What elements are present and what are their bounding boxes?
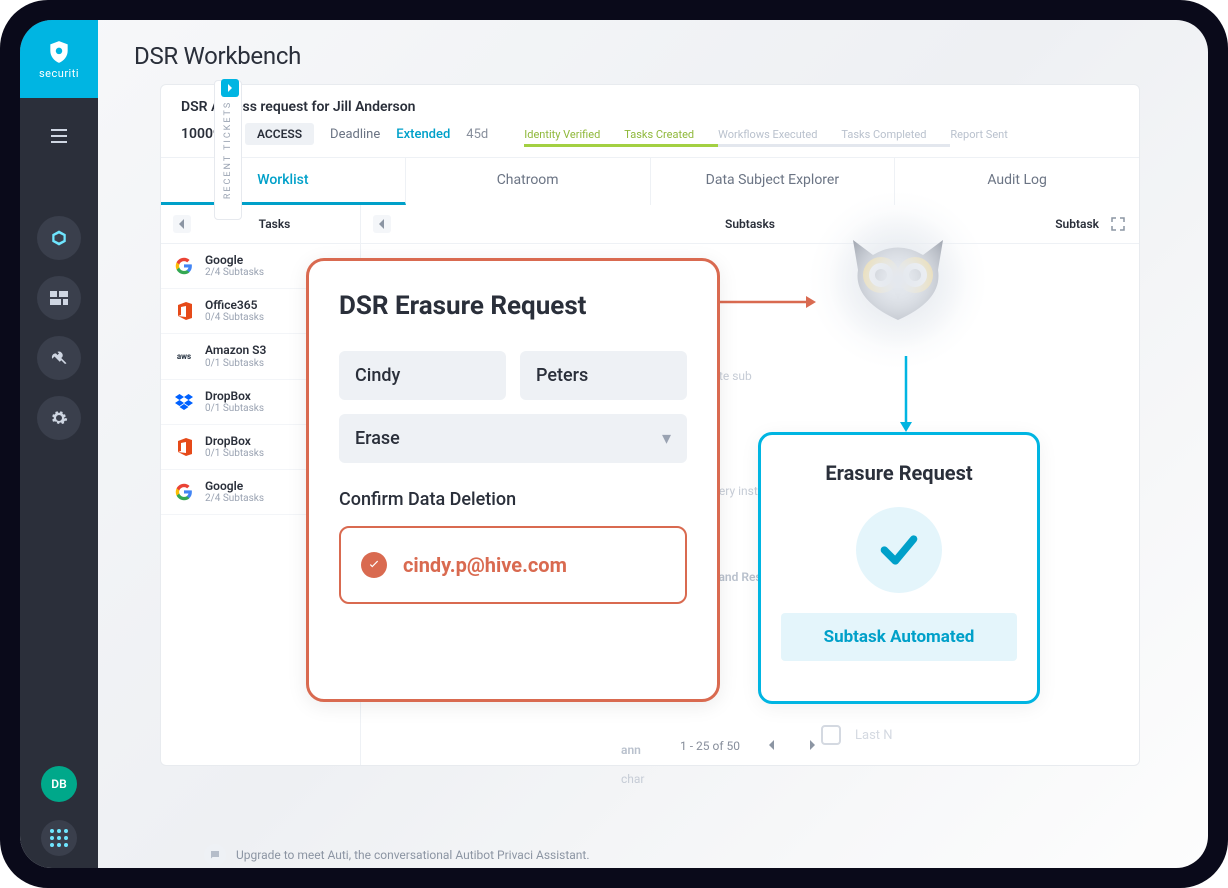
result-status: Subtask Automated — [781, 613, 1017, 661]
recent-label: RECENT TICKETS — [223, 101, 233, 199]
progress-seg: Report Sent — [950, 128, 1007, 141]
app-screen: securiti DB D — [20, 20, 1208, 868]
first-name-field[interactable]: Cindy — [339, 351, 506, 400]
subtasks-header: Subtasks — [401, 217, 1099, 231]
action-select[interactable]: Erase ▾ — [339, 414, 687, 463]
footer-upgrade[interactable]: Upgrade to meet Auti, the conversational… — [204, 844, 590, 866]
tasks-header: Tasks — [201, 217, 348, 231]
progress-seg: Tasks Created — [624, 128, 694, 141]
recent-tickets-strip[interactable]: RECENT TICKETS — [214, 80, 242, 220]
deadline-status: Extended — [396, 127, 450, 142]
page-title: DSR Workbench — [98, 20, 1208, 84]
sidebar: securiti DB — [20, 20, 98, 868]
google-icon — [173, 481, 195, 503]
deadline-label: Deadline — [330, 127, 380, 142]
office-icon — [173, 436, 195, 458]
progress-seg: Tasks Completed — [841, 128, 926, 141]
apps-icon[interactable] — [41, 820, 77, 856]
footer-message: Upgrade to meet Auti, the conversational… — [236, 848, 590, 862]
menu-icon[interactable] — [37, 114, 81, 158]
chevron-down-icon: ▾ — [662, 428, 671, 449]
confirm-label: Confirm Data Deletion — [339, 489, 687, 510]
nav-settings-icon[interactable] — [37, 396, 81, 440]
erasure-result-card: Erasure Request Subtask Automated — [758, 432, 1040, 704]
chevron-left-icon[interactable] — [173, 215, 191, 233]
chat-icon — [204, 844, 226, 866]
result-title: Erasure Request — [825, 461, 972, 485]
nav-workbench-icon[interactable] — [37, 276, 81, 320]
aws-icon: aws — [173, 345, 195, 367]
shield-icon — [46, 39, 72, 65]
checkbox[interactable] — [821, 725, 841, 745]
prev-page-icon[interactable] — [764, 735, 780, 757]
tab-chatroom[interactable]: Chatroom — [406, 158, 651, 205]
chevron-left-icon[interactable] — [373, 215, 391, 233]
tabs: Worklist Chatroom Data Subject Explorer … — [161, 157, 1139, 205]
brand-logo[interactable]: securiti — [20, 20, 98, 98]
owl-mascot — [808, 190, 988, 370]
last-name-field[interactable]: Peters — [520, 351, 687, 400]
erasure-request-modal: DSR Erasure Request Cindy Peters Erase ▾… — [306, 258, 720, 702]
modal-title: DSR Erasure Request — [339, 291, 687, 321]
arrow-icon — [720, 292, 820, 312]
pagination: 1 - 25 of 50 — [650, 735, 850, 757]
dropbox-icon — [173, 391, 195, 413]
tab-worklist[interactable]: Worklist — [161, 158, 406, 205]
office-icon — [173, 300, 195, 322]
check-icon — [361, 552, 387, 578]
google-icon — [173, 255, 195, 277]
next-page-icon[interactable] — [804, 735, 820, 757]
arrow-icon — [896, 356, 916, 436]
user-avatar[interactable]: DB — [41, 766, 77, 802]
email-value: cindy.p@hive.com — [403, 553, 567, 577]
confirm-box[interactable]: cindy.p@hive.com — [339, 526, 687, 604]
expand-icon[interactable] — [1109, 215, 1127, 233]
pagination-range: 1 - 25 of 50 — [680, 739, 740, 753]
chevron-right-icon[interactable] — [221, 79, 239, 97]
ticket-type-chip: ACCESS — [245, 123, 314, 145]
nav-tools-icon[interactable] — [37, 336, 81, 380]
progress-bar: Identity Verified Tasks Created Workflow… — [524, 128, 1119, 141]
progress-seg: Workflows Executed — [718, 128, 817, 141]
nav-discovery-icon[interactable] — [37, 216, 81, 260]
brand-name: securiti — [39, 67, 79, 80]
device-frame: securiti DB D — [0, 0, 1228, 888]
success-check-icon — [856, 507, 942, 593]
deadline-days: 45d — [466, 127, 488, 142]
subtask-label: Subtask — [1055, 217, 1099, 231]
progress-seg: Identity Verified — [524, 128, 600, 141]
